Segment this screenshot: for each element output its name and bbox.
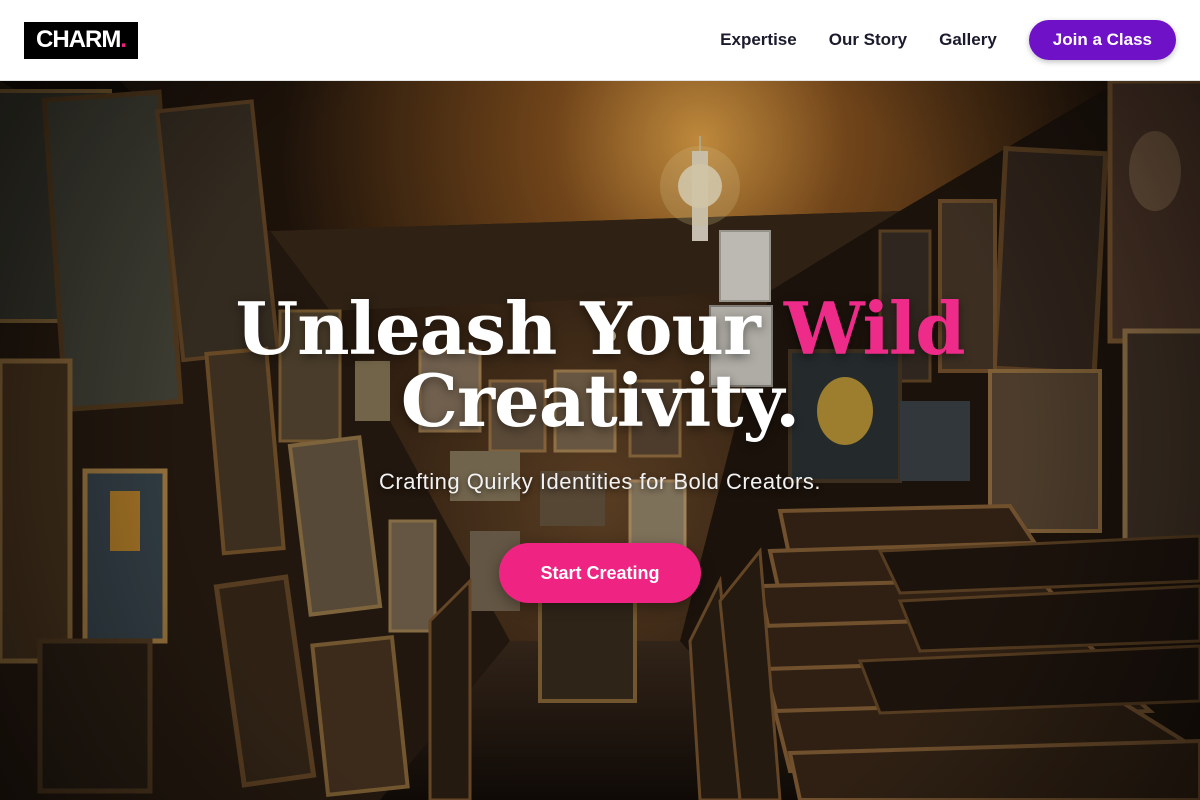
brand-logo-dot: . (120, 26, 127, 53)
hero-title: Unleash Your Wild Creativity. (0, 293, 1200, 437)
join-class-button[interactable]: Join a Class (1028, 20, 1176, 60)
brand-name: CHARM (36, 26, 121, 53)
hero-subtitle: Crafting Quirky Identities for Bold Crea… (379, 469, 821, 494)
hero-title-line2: Creativity. (400, 358, 800, 443)
navbar: CHARM. Expertise Our Story Gallery Join … (0, 0, 1200, 81)
hero-title-accent: Wild (783, 286, 966, 371)
nav-link-expertise[interactable]: Expertise (720, 30, 797, 50)
nav-link-gallery[interactable]: Gallery (939, 30, 997, 50)
hero-section: Unleash Your Wild Creativity. Crafting Q… (0, 81, 1200, 800)
brand-logo[interactable]: CHARM. (24, 21, 138, 59)
hero-content: Unleash Your Wild Creativity. Crafting Q… (0, 293, 1200, 603)
main-nav: Expertise Our Story Gallery Join a Class (688, 20, 1176, 60)
start-creating-button[interactable]: Start Creating (499, 543, 701, 603)
nav-link-our-story[interactable]: Our Story (829, 30, 907, 50)
